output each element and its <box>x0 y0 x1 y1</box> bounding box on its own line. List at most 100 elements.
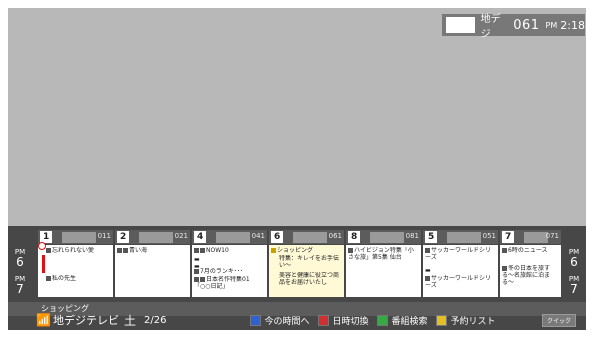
program-cell[interactable]: 青い海 <box>117 247 188 254</box>
channel-button-number: 4 <box>194 231 207 243</box>
program-column-1: 忘れられない愛 私の先生 <box>38 245 113 297</box>
program-cell[interactable]: サッカーワールドシリーズ <box>425 247 496 261</box>
channel-button-number: 2 <box>117 231 130 243</box>
genre-icon <box>200 277 205 282</box>
program-cell[interactable]: ハイビジョン特集「小さな旅」第5集 仙台 <box>348 247 419 261</box>
program-title: 青い海 <box>129 247 148 254</box>
time-left-6pm: PM 6 <box>10 248 30 269</box>
green-button-icon[interactable] <box>377 314 389 326</box>
channel-button-number: 5 <box>425 231 438 243</box>
current-time-line <box>42 255 45 273</box>
program-cell[interactable]: 日本名作特集01「○○日記」 <box>194 276 265 290</box>
channel-logo <box>62 232 96 243</box>
yellow-button-icon[interactable] <box>436 314 448 326</box>
genre-icon <box>46 248 51 253</box>
genre-icon <box>348 248 353 253</box>
program-title: ハイビジョン特集「小さな旅」第5集 仙台 <box>348 247 414 261</box>
program-title: サッカーワールドシリーズ <box>425 275 492 289</box>
genre-icon <box>123 248 128 253</box>
program-title: 6時のニュース <box>508 247 548 254</box>
program-cell[interactable]: 私の先生 <box>46 275 111 282</box>
network-label: 地デジ <box>480 14 501 40</box>
time-right-6pm: PM 6 <box>564 248 584 269</box>
program-title: 私の先生 <box>52 275 77 282</box>
channel-logo <box>139 232 173 243</box>
channel-logo <box>293 232 327 243</box>
program-divider: ▬ <box>425 267 431 274</box>
program-cell[interactable]: 冬の日本を旅する〜名旅館に泊まる〜 <box>502 265 559 286</box>
blue-button-label[interactable]: 今の時間へ <box>264 314 309 327</box>
tv-screen: 地デジ 061 PM 2:18 PM 6 PM 7 PM 6 PM 7 1 01… <box>0 0 593 338</box>
channel-code: 011 <box>97 232 111 240</box>
channel-logo <box>370 232 404 243</box>
channel-number: 061 <box>513 17 540 33</box>
time-hour: 7 <box>16 282 24 296</box>
time-left-7pm: PM 7 <box>10 275 30 296</box>
genre-icon <box>200 248 205 253</box>
program-column-6-selected: ショッピング 特集：キレイをお手伝い〜 美容と健康に役立つ商品をお届けいたし <box>269 245 344 297</box>
program-cell[interactable]: サッカーワールドシリーズ <box>425 275 496 289</box>
program-cell-selected[interactable]: ショッピング <box>271 247 342 254</box>
program-column-4: NOW10 ▬ ▬ 7月のランキ･･･ 日本名作特集01「○○日記」 <box>192 245 267 297</box>
genre-icon <box>271 248 276 253</box>
current-time-marker-icon <box>38 242 46 250</box>
program-column-2: 青い海 <box>115 245 190 297</box>
channel-header-7[interactable]: 7 071 <box>500 230 561 244</box>
genre-icon <box>425 276 430 281</box>
channel-code: 071 <box>545 232 559 240</box>
channel-logo <box>216 232 250 243</box>
program-title: 忘れられない愛 <box>52 247 95 254</box>
time-right-7pm: PM 7 <box>564 275 584 296</box>
program-column-8: ハイビジョン特集「小さな旅」第5集 仙台 <box>346 245 421 297</box>
channel-header-1[interactable]: 1 011 <box>38 230 113 244</box>
channel-code: 021 <box>174 232 188 240</box>
clock: 2:18 <box>560 18 585 32</box>
channel-code: 081 <box>405 232 419 240</box>
channel-logo <box>524 232 548 243</box>
genre-icon <box>194 277 199 282</box>
ampm-label: PM <box>545 20 558 30</box>
genre-icon <box>117 248 122 253</box>
program-title: NOW10 <box>206 247 229 254</box>
program-title: ショッピング <box>277 247 314 254</box>
genre-icon <box>194 248 199 253</box>
channel-code: 041 <box>251 232 265 240</box>
genre-icon <box>46 276 51 281</box>
channel-header-8[interactable]: 8 081 <box>346 230 421 244</box>
network-name: 地デジテレビ <box>52 314 119 327</box>
blue-button-icon[interactable] <box>250 314 262 326</box>
program-title: サッカーワールドシリーズ <box>425 247 492 261</box>
channel-code: 051 <box>482 232 496 240</box>
genre-icon <box>502 266 507 271</box>
video-preview <box>8 8 586 226</box>
day-of-week: 土 <box>123 313 136 328</box>
channel-button-number: 8 <box>348 231 361 243</box>
program-title: 冬の日本を旅する〜名旅館に泊まる〜 <box>502 265 551 286</box>
green-button-label[interactable]: 番組検索 <box>391 314 427 327</box>
program-cell[interactable]: 6時のニュース <box>502 247 559 254</box>
channel-header-4[interactable]: 4 041 <box>192 230 267 244</box>
channel-header-5[interactable]: 5 051 <box>423 230 498 244</box>
program-cell[interactable]: NOW10 <box>194 247 265 254</box>
program-cell[interactable]: 7月のランキ･･･ <box>194 268 265 275</box>
red-button-label[interactable]: 日時切換 <box>332 314 368 327</box>
channel-button-number: 7 <box>502 231 515 243</box>
channel-logo <box>447 232 481 243</box>
channel-status-bar: 地デジ 061 PM 2:18 <box>442 14 585 40</box>
time-hour: 7 <box>570 282 578 296</box>
red-button-icon[interactable] <box>318 314 330 326</box>
yellow-button-label[interactable]: 予約リスト <box>450 314 495 327</box>
channel-header-6[interactable]: 6 061 <box>269 230 344 244</box>
program-cell[interactable]: 忘れられない愛 <box>46 247 111 254</box>
quick-button[interactable]: クイック <box>541 313 576 327</box>
program-column-5: サッカーワールドシリーズ ▬ サッカーワールドシリーズ <box>423 245 498 297</box>
antenna-icon: 📶 <box>36 313 51 327</box>
genre-icon <box>194 269 199 274</box>
genre-icon <box>425 248 430 253</box>
date: 2/26 <box>143 314 167 326</box>
time-hour: 6 <box>570 255 578 269</box>
channel-header-2[interactable]: 2 021 <box>115 230 190 244</box>
program-title: 7月のランキ･･･ <box>200 268 243 275</box>
program-description: 特集：キレイをお手伝い〜 <box>279 255 340 269</box>
program-column-7: 6時のニュース 冬の日本を旅する〜名旅館に泊まる〜 <box>500 245 561 297</box>
